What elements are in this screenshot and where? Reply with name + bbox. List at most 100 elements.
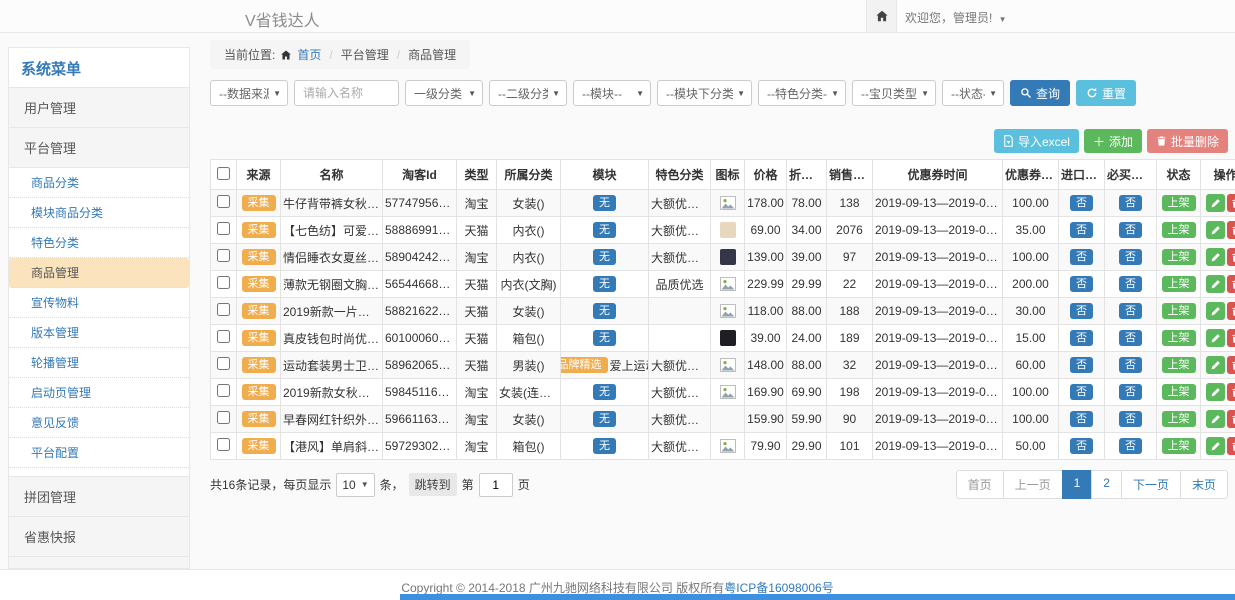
delete-button[interactable] bbox=[1227, 329, 1235, 347]
status-badge[interactable]: 上架 bbox=[1162, 249, 1196, 265]
import-select-badge[interactable]: 否 bbox=[1070, 438, 1093, 454]
must-buy-badge[interactable]: 否 bbox=[1119, 357, 1142, 373]
row-checkbox[interactable] bbox=[217, 411, 230, 424]
query-button[interactable]: 查询 bbox=[1010, 80, 1070, 106]
module-badge[interactable]: 无 bbox=[593, 330, 616, 346]
row-checkbox[interactable] bbox=[217, 330, 230, 343]
must-buy-badge[interactable]: 否 bbox=[1119, 195, 1142, 211]
edit-button[interactable] bbox=[1206, 248, 1225, 266]
module-badge[interactable]: 无 bbox=[593, 411, 616, 427]
row-checkbox[interactable] bbox=[217, 249, 230, 262]
sidebar-item-宣传物料[interactable]: 宣传物料 bbox=[9, 288, 189, 318]
import-select-badge[interactable]: 否 bbox=[1070, 249, 1093, 265]
import-select-badge[interactable]: 否 bbox=[1070, 384, 1093, 400]
edit-button[interactable] bbox=[1206, 302, 1225, 320]
must-buy-badge[interactable]: 否 bbox=[1119, 330, 1142, 346]
bottom-scrollbar[interactable] bbox=[400, 594, 1235, 600]
sidebar-item-特色分类[interactable]: 特色分类 bbox=[9, 228, 189, 258]
must-buy-badge[interactable]: 否 bbox=[1119, 222, 1142, 238]
row-checkbox[interactable] bbox=[217, 222, 230, 235]
pager-button-末页[interactable]: 末页 bbox=[1180, 470, 1228, 499]
filter-select[interactable]: --宝贝类型--▼ bbox=[852, 80, 936, 106]
must-buy-badge[interactable]: 否 bbox=[1119, 249, 1142, 265]
status-badge[interactable]: 上架 bbox=[1162, 195, 1196, 211]
status-badge[interactable]: 上架 bbox=[1162, 438, 1196, 454]
edit-button[interactable] bbox=[1206, 410, 1225, 428]
jump-button[interactable]: 跳转到 bbox=[409, 473, 457, 496]
user-menu[interactable]: 欢迎您，管理员! ▼ bbox=[905, 9, 1007, 26]
sidebar-item-启动页管理[interactable]: 启动页管理 bbox=[9, 378, 189, 408]
edit-button[interactable] bbox=[1206, 329, 1225, 347]
filter-select[interactable]: --状态--▼ bbox=[942, 80, 1004, 106]
must-buy-badge[interactable]: 否 bbox=[1119, 303, 1142, 319]
status-badge[interactable]: 上架 bbox=[1162, 411, 1196, 427]
status-badge[interactable]: 上架 bbox=[1162, 357, 1196, 373]
select-all-checkbox[interactable] bbox=[217, 167, 230, 180]
row-checkbox[interactable] bbox=[217, 384, 230, 397]
status-badge[interactable]: 上架 bbox=[1162, 330, 1196, 346]
filter-select[interactable]: 一级分类▼ bbox=[405, 80, 483, 106]
import-select-badge[interactable]: 否 bbox=[1070, 276, 1093, 292]
sidebar-item-轮播管理[interactable]: 轮播管理 bbox=[9, 348, 189, 378]
delete-button[interactable] bbox=[1227, 437, 1235, 455]
status-badge[interactable]: 上架 bbox=[1162, 276, 1196, 292]
pager-button-1[interactable]: 1 bbox=[1062, 470, 1093, 499]
row-checkbox[interactable] bbox=[217, 438, 230, 451]
sidebar-item-用户管理[interactable]: 用户管理 bbox=[9, 87, 189, 128]
icp-link[interactable]: 粤ICP备16098006号 bbox=[724, 581, 833, 595]
pager-button-上一页[interactable]: 上一页 bbox=[1003, 470, 1063, 499]
filter-select[interactable]: --数据来源--▼ bbox=[210, 80, 288, 106]
pager-button-首页[interactable]: 首页 bbox=[956, 470, 1004, 499]
status-badge[interactable]: 上架 bbox=[1162, 384, 1196, 400]
name-search-input[interactable] bbox=[294, 80, 399, 106]
import-select-badge[interactable]: 否 bbox=[1070, 330, 1093, 346]
sidebar-item-意见反馈[interactable]: 意见反馈 bbox=[9, 408, 189, 438]
sidebar-item-拼团管理[interactable]: 拼团管理 bbox=[9, 476, 189, 517]
row-checkbox[interactable] bbox=[217, 357, 230, 370]
delete-button[interactable] bbox=[1227, 194, 1235, 212]
delete-button[interactable] bbox=[1227, 356, 1235, 374]
bulk-delete-button[interactable]: 批量删除 bbox=[1147, 129, 1228, 153]
sidebar-item-消息管理[interactable]: 消息管理 bbox=[9, 556, 189, 569]
must-buy-badge[interactable]: 否 bbox=[1119, 276, 1142, 292]
must-buy-badge[interactable]: 否 bbox=[1119, 438, 1142, 454]
pager-button-下一页[interactable]: 下一页 bbox=[1121, 470, 1181, 499]
import-select-badge[interactable]: 否 bbox=[1070, 411, 1093, 427]
status-badge[interactable]: 上架 bbox=[1162, 303, 1196, 319]
filter-select[interactable]: --特色分类--▼ bbox=[758, 80, 846, 106]
edit-button[interactable] bbox=[1206, 383, 1225, 401]
module-badge[interactable]: 无 bbox=[593, 276, 616, 292]
module-badge[interactable]: 无 bbox=[593, 195, 616, 211]
edit-button[interactable] bbox=[1206, 356, 1225, 374]
filter-select[interactable]: --二级分类--▼ bbox=[489, 80, 567, 106]
sidebar-item-版本管理[interactable]: 版本管理 bbox=[9, 318, 189, 348]
reset-button[interactable]: 重置 bbox=[1076, 80, 1136, 106]
import-select-badge[interactable]: 否 bbox=[1070, 303, 1093, 319]
sidebar-item-商品管理[interactable]: 商品管理 bbox=[9, 258, 189, 288]
sidebar-item-商品分类[interactable]: 商品分类 bbox=[9, 168, 189, 198]
status-badge[interactable]: 上架 bbox=[1162, 222, 1196, 238]
edit-button[interactable] bbox=[1206, 275, 1225, 293]
module-badge[interactable]: 无 bbox=[593, 384, 616, 400]
must-buy-badge[interactable]: 否 bbox=[1119, 411, 1142, 427]
import-select-badge[interactable]: 否 bbox=[1070, 195, 1093, 211]
jump-page-input[interactable] bbox=[479, 473, 513, 497]
module-badge[interactable]: 无 bbox=[593, 249, 616, 265]
breadcrumb-home-link[interactable]: 首页 bbox=[297, 46, 321, 63]
module-badge[interactable]: 品牌精选 bbox=[561, 357, 608, 373]
delete-button[interactable] bbox=[1227, 302, 1235, 320]
sidebar-item-平台配置[interactable]: 平台配置 bbox=[9, 438, 189, 468]
filter-select[interactable]: --模块--▼ bbox=[573, 80, 651, 106]
filter-select[interactable]: --模块下分类--▼ bbox=[657, 80, 752, 106]
edit-button[interactable] bbox=[1206, 437, 1225, 455]
import-select-badge[interactable]: 否 bbox=[1070, 357, 1093, 373]
home-button[interactable] bbox=[866, 0, 897, 32]
sidebar-item-平台管理[interactable]: 平台管理 bbox=[9, 127, 189, 168]
must-buy-badge[interactable]: 否 bbox=[1119, 384, 1142, 400]
sidebar-item-模块商品分类[interactable]: 模块商品分类 bbox=[9, 198, 189, 228]
delete-button[interactable] bbox=[1227, 410, 1235, 428]
edit-button[interactable] bbox=[1206, 221, 1225, 239]
delete-button[interactable] bbox=[1227, 383, 1235, 401]
row-checkbox[interactable] bbox=[217, 195, 230, 208]
delete-button[interactable] bbox=[1227, 275, 1235, 293]
